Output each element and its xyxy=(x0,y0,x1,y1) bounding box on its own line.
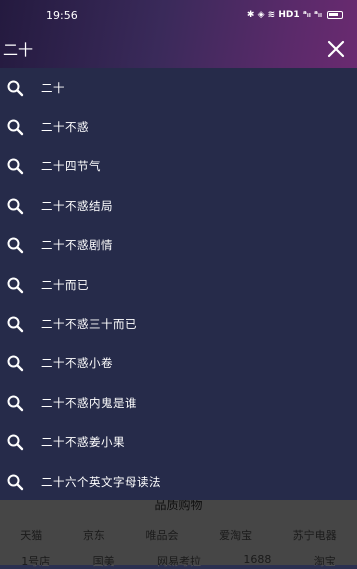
suggestion-item[interactable]: 二十六个英文字母读法 xyxy=(0,462,357,501)
search-icon xyxy=(5,472,25,492)
search-icon xyxy=(5,432,25,452)
suggestion-label: 二十不惑 xyxy=(41,120,89,135)
search-input[interactable] xyxy=(3,40,325,58)
background-shortcut-row: 天猫 京东 唯品会 爱淘宝 苏宁电器 xyxy=(0,527,357,543)
suggestion-item[interactable]: 二十而已 xyxy=(0,265,357,304)
background-shortcut-row: 1号店 国美 网易考拉 1688 淘宝 xyxy=(0,553,357,569)
suggestion-item[interactable]: 二十不惑 xyxy=(0,107,357,146)
shortcut-kaola: 网易考拉 xyxy=(156,555,201,568)
suggestion-label: 二十而已 xyxy=(41,277,89,292)
suggestion-list: 二十二十不惑二十四节气二十不惑结局 二十不惑剧情 二十而已二十不惑三十而已 二十不惑小… xyxy=(0,68,357,500)
suggestion-label: 二十不惑结局 xyxy=(41,198,113,213)
search-icon xyxy=(5,196,25,216)
suggestion-item[interactable]: 二十四节气 xyxy=(0,147,357,186)
suggestion-item[interactable]: 二十不惑三十而已 xyxy=(0,304,357,343)
suggestion-label: 二十不惑小卷 xyxy=(41,356,113,371)
suggestion-item[interactable]: 二十不惑剧情 xyxy=(0,226,357,265)
shortcut-jd: 京东 xyxy=(82,529,105,542)
shortcut-yhd: 1号店 xyxy=(21,555,51,568)
status-indicators: ✱ ◈ ≋ HD1 ᵃᵢₗ ᵃᵢₗ xyxy=(247,10,343,20)
suggestion-label: 二十四节气 xyxy=(41,159,101,174)
search-icon xyxy=(5,393,25,413)
suggestion-item[interactable]: 二十不惑姜小果 xyxy=(0,423,357,462)
suggestion-item[interactable]: 二十不惑内鬼是谁 xyxy=(0,383,357,422)
shortcut-gome: 国美 xyxy=(92,555,115,568)
search-icon xyxy=(5,275,25,295)
search-icon xyxy=(5,235,25,255)
suggestion-item[interactable]: 二十 xyxy=(0,68,357,107)
search-icon xyxy=(5,353,25,373)
suggestion-label: 二十六个英文字母读法 xyxy=(41,474,161,489)
suggestion-label: 二十不惑剧情 xyxy=(41,238,113,253)
search-icon xyxy=(5,314,25,334)
suggestion-label: 二十 xyxy=(41,80,65,95)
search-icon xyxy=(5,78,25,98)
suggestion-label: 二十不惑姜小果 xyxy=(41,435,125,450)
search-header: 19:56 ✱ ◈ ≋ HD1 ᵃᵢₗ ᵃᵢₗ xyxy=(0,0,357,68)
status-time: 19:56 xyxy=(46,8,78,22)
shortcut-1688: 1688 xyxy=(243,553,272,566)
search-bar xyxy=(0,30,357,68)
suggestion-item[interactable]: 二十不惑结局 xyxy=(0,186,357,225)
status-indicator-icons: ✱ ◈ ≋ HD1 ᵃᵢₗ ᵃᵢₗ xyxy=(246,10,322,20)
close-icon[interactable] xyxy=(325,38,347,60)
shortcut-tmall: 天猫 xyxy=(20,529,43,542)
battery-icon xyxy=(327,11,343,19)
suggestion-label: 二十不惑内鬼是谁 xyxy=(41,395,137,410)
suggestion-item[interactable]: 二十不惑小卷 xyxy=(0,344,357,383)
shortcut-taobao: 淘宝 xyxy=(313,555,336,568)
shortcut-aitaobao: 爱淘宝 xyxy=(219,529,253,542)
suggestion-label: 二十不惑三十而已 xyxy=(41,317,137,332)
search-icon xyxy=(5,156,25,176)
shortcut-suning: 苏宁电器 xyxy=(292,529,337,542)
shortcut-vip: 唯品会 xyxy=(145,529,179,542)
search-icon xyxy=(5,117,25,137)
status-bar: 19:56 ✱ ◈ ≋ HD1 ᵃᵢₗ ᵃᵢₗ xyxy=(0,0,357,30)
